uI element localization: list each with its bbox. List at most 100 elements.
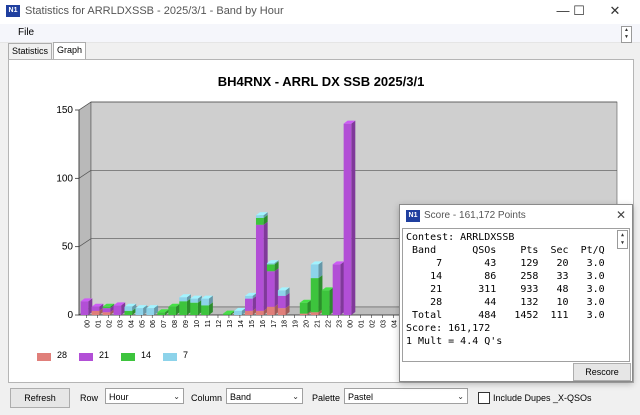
bar-21 bbox=[102, 308, 111, 313]
x-tick-label: 14 bbox=[238, 320, 245, 328]
legend-swatch bbox=[163, 353, 177, 361]
bar-21 bbox=[277, 295, 286, 309]
legend-label: 21 bbox=[99, 350, 110, 360]
bar-7 bbox=[179, 297, 187, 302]
chevron-down-icon: ⌄ bbox=[457, 392, 464, 401]
x-tick-label: 02 bbox=[369, 320, 376, 328]
bar-14 bbox=[255, 217, 264, 225]
bar-7 bbox=[245, 295, 253, 299]
score-text: Contest: ARRLDXSSB Band QSOs Pts Sec Pt/… bbox=[406, 232, 605, 347]
x-tick-label: 09 bbox=[183, 320, 190, 328]
bar-21 bbox=[80, 301, 89, 315]
menu-spinner[interactable]: ▲ ▼ bbox=[621, 26, 632, 43]
score-title-bar: N1 Score - 161,172 Points ✕ bbox=[400, 205, 632, 227]
y-tick-label: 150 bbox=[56, 105, 73, 116]
x-tick-label: 10 bbox=[194, 320, 201, 328]
x-tick-label: 04 bbox=[128, 320, 135, 328]
bar-21 bbox=[113, 305, 122, 315]
x-tick-label: 00 bbox=[84, 320, 91, 328]
bar-21 bbox=[343, 123, 352, 315]
x-tick-label: 01 bbox=[95, 320, 102, 328]
app-logo-icon: N1 bbox=[6, 5, 20, 17]
bar-28 bbox=[255, 310, 264, 315]
close-icon[interactable]: ✕ bbox=[616, 208, 626, 222]
legend-label: 28 bbox=[57, 350, 68, 360]
palette-select[interactable]: Pastel ⌄ bbox=[344, 388, 468, 404]
tab-statistics[interactable]: Statistics bbox=[8, 43, 53, 60]
x-tick-label: 07 bbox=[161, 320, 168, 328]
x-tick-label: 19 bbox=[293, 320, 300, 328]
x-tick-label: 12 bbox=[216, 320, 223, 328]
bar-14 bbox=[179, 301, 187, 315]
app-logo-icon: N1 bbox=[406, 210, 420, 222]
x-tick-label: 00 bbox=[347, 320, 354, 328]
bar-7 bbox=[255, 215, 264, 218]
score-spinner[interactable]: ▲ ▼ bbox=[617, 230, 628, 249]
refresh-button[interactable]: Refresh bbox=[10, 388, 70, 408]
bar-7 bbox=[234, 310, 242, 315]
bar-28 bbox=[266, 306, 275, 315]
bar-14 bbox=[310, 278, 319, 313]
rescore-button[interactable]: Rescore bbox=[573, 363, 631, 381]
x-tick-label: 04 bbox=[391, 320, 398, 328]
column-select[interactable]: Band ⌄ bbox=[226, 388, 303, 404]
row-select-value: Hour bbox=[109, 392, 129, 402]
legend-swatch bbox=[79, 353, 93, 361]
menu-file[interactable]: File bbox=[18, 27, 34, 38]
x-tick-label: 15 bbox=[249, 320, 256, 328]
bar-7 bbox=[310, 264, 319, 279]
spin-up-icon[interactable]: ▲ bbox=[622, 27, 631, 34]
x-tick-label: 08 bbox=[172, 320, 179, 328]
bar-7 bbox=[146, 308, 155, 315]
bar-14 bbox=[321, 290, 330, 315]
x-tick-label: 13 bbox=[227, 320, 234, 328]
bar-21 bbox=[245, 298, 253, 311]
x-tick-label: 17 bbox=[271, 320, 278, 328]
spin-down-icon[interactable]: ▼ bbox=[622, 34, 631, 41]
palette-label: Palette bbox=[312, 393, 341, 403]
bottom-toolbar: Refresh Row Hour ⌄ Column Band ⌄ Palette… bbox=[0, 383, 640, 413]
title-bar: N1 Statistics for ARRLDXSSB - 2025/3/1 -… bbox=[0, 0, 640, 24]
bar-28 bbox=[245, 310, 253, 315]
bar-14 bbox=[266, 264, 275, 272]
x-tick-label: 20 bbox=[304, 320, 311, 328]
spin-down-icon[interactable]: ▼ bbox=[618, 239, 627, 247]
bar-14 bbox=[157, 312, 166, 315]
legend-label: 7 bbox=[183, 350, 189, 360]
include-dupes-checkbox[interactable] bbox=[478, 392, 490, 404]
bar-28 bbox=[91, 310, 100, 315]
x-tick-label: 21 bbox=[315, 320, 322, 328]
bar-14 bbox=[168, 306, 176, 315]
chevron-down-icon: ⌄ bbox=[173, 392, 180, 401]
x-tick-label: 22 bbox=[326, 320, 333, 328]
y-tick-label: 50 bbox=[62, 242, 74, 253]
column-select-value: Band bbox=[230, 392, 252, 402]
window-title: Statistics for ARRLDXSSB - 2025/3/1 - Ba… bbox=[25, 5, 284, 17]
spin-up-icon[interactable]: ▲ bbox=[618, 231, 627, 239]
x-tick-label: 05 bbox=[139, 320, 146, 328]
bar-14 bbox=[124, 310, 133, 315]
column-label: Column bbox=[191, 393, 223, 403]
x-tick-label: 18 bbox=[282, 320, 289, 328]
close-button[interactable]: ✕ bbox=[600, 0, 630, 24]
bar-14 bbox=[201, 305, 209, 315]
plot-side-wall bbox=[78, 101, 92, 316]
chevron-down-icon: ⌄ bbox=[292, 392, 299, 401]
bar-side-21 bbox=[351, 120, 356, 315]
bar-21 bbox=[91, 306, 100, 311]
bar-21 bbox=[266, 271, 275, 307]
legend-swatch bbox=[37, 353, 51, 361]
menu-bar: File ▲ ▼ bbox=[0, 24, 640, 43]
maximize-button[interactable]: ☐ bbox=[564, 0, 594, 24]
x-tick-label: 03 bbox=[117, 320, 124, 328]
bar-7 bbox=[201, 298, 209, 306]
x-tick-label: 02 bbox=[106, 320, 113, 328]
bar-21 bbox=[255, 224, 264, 311]
include-dupes-label[interactable]: Include Dupes _X-QSOs bbox=[493, 393, 592, 403]
row-select[interactable]: Hour ⌄ bbox=[105, 388, 184, 404]
legend-swatch bbox=[121, 353, 135, 361]
row-label: Row bbox=[80, 393, 99, 403]
x-tick-label: 01 bbox=[358, 320, 365, 328]
x-tick-label: 11 bbox=[205, 320, 212, 327]
bar-28 bbox=[310, 312, 319, 315]
